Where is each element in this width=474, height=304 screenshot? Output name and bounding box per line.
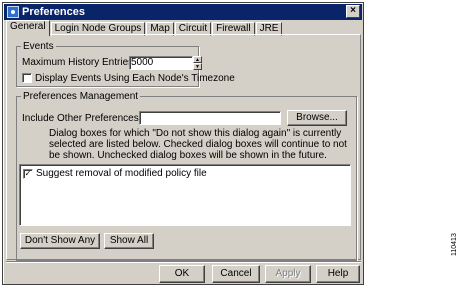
tab-general[interactable]: General (6, 20, 50, 36)
browse-button[interactable]: Browse... (287, 110, 347, 126)
max-history-input[interactable]: 5000 (129, 56, 193, 70)
title-bar[interactable]: Preferences × (4, 4, 362, 20)
close-button[interactable]: × (346, 5, 360, 18)
display-timezone-checkbox[interactable] (22, 73, 32, 83)
include-preferences-input[interactable] (139, 111, 281, 125)
suppressed-dialogs-list[interactable]: ✓ Suggest removal of modified policy fil… (19, 164, 351, 226)
app-icon (7, 6, 19, 18)
apply-button[interactable]: Apply (265, 265, 311, 283)
footer-separator (6, 261, 361, 263)
suggest-removal-label: Suggest removal of modified policy file (36, 168, 207, 179)
dialog-info-text: Dialog boxes for which "Do not show this… (49, 128, 347, 161)
spin-up-icon[interactable]: ▲ (193, 56, 202, 63)
help-button[interactable]: Help (316, 265, 360, 283)
ok-button[interactable]: OK (159, 265, 205, 283)
display-timezone-label: Display Events Using Each Node's Timezon… (35, 73, 235, 84)
general-tab-panel: Events Maximum History Entries: 5000 ▲ ▼… (6, 34, 361, 261)
figure-id: 110413 (451, 233, 458, 256)
cancel-button[interactable]: Cancel (212, 265, 260, 283)
dont-show-any-button[interactable]: Don't Show Any (20, 233, 100, 249)
suggest-removal-checkbox[interactable]: ✓ (23, 169, 33, 179)
max-history-label: Maximum History Entries: (22, 57, 136, 68)
show-all-button[interactable]: Show All (104, 233, 154, 249)
window-title: Preferences (22, 6, 85, 18)
max-history-spinner[interactable]: ▲ ▼ (193, 56, 202, 70)
preferences-management-legend: Preferences Management (23, 91, 139, 102)
preferences-dialog: Preferences × General Login Node Groups … (2, 2, 364, 285)
spin-down-icon[interactable]: ▼ (193, 63, 202, 70)
events-legend: Events (23, 41, 54, 52)
